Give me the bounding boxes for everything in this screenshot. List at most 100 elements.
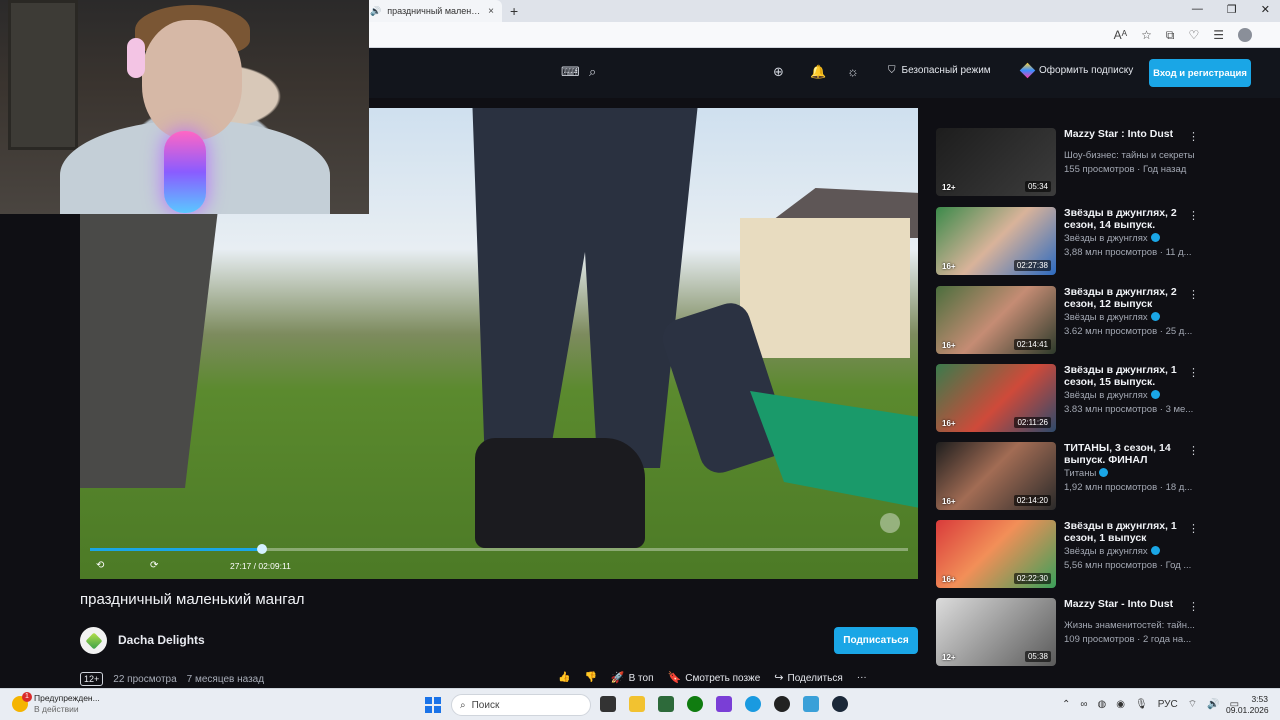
rewind-10-icon[interactable]: ⟲: [96, 560, 104, 571]
new-tab-button[interactable]: +: [510, 3, 518, 19]
xbox-icon[interactable]: [687, 696, 703, 712]
recommendation-views: 5,56 млн просмотров · Год ...: [1064, 560, 1192, 571]
app-icon[interactable]: [716, 696, 732, 712]
audio-icon: 🔊: [370, 5, 382, 16]
recommendation-item[interactable]: 12+ 05:38 Mazzy Star - Into Dust Жизнь з…: [936, 598, 1206, 666]
clock[interactable]: 3:53 09.01.2026: [1226, 694, 1269, 716]
profile-avatar[interactable]: [1238, 28, 1252, 42]
recommendation-title[interactable]: Звёзды в джунглях, 2 сезон, 14 выпуск. Ф…: [1064, 207, 1179, 231]
recommendation-channel[interactable]: Звёзды в джунглях: [1064, 233, 1204, 244]
recommendation-channel[interactable]: Жизнь знаменитостей: тайн...: [1064, 620, 1204, 631]
tray-app-icon[interactable]: ◍: [1098, 699, 1107, 710]
recommendation-views: 109 просмотров · 2 года на...: [1064, 634, 1192, 645]
subscription-link[interactable]: Оформить подписку: [1019, 62, 1133, 79]
close-window-button[interactable]: ✕: [1261, 3, 1270, 16]
recommendation-thumbnail[interactable]: 16+ 02:11:26: [936, 364, 1056, 432]
subscribe-button[interactable]: Подписаться: [834, 627, 918, 654]
duration-badge: 05:38: [1024, 651, 1051, 662]
recommendation-thumbnail[interactable]: 16+ 02:27:38: [936, 207, 1056, 275]
recommendation-thumbnail[interactable]: 16+ 02:14:41: [936, 286, 1056, 354]
kebab-menu-icon[interactable]: ⋮: [1188, 600, 1199, 613]
recommendation-title[interactable]: Mazzy Star : Into Dust: [1064, 128, 1179, 140]
read-aloud-icon[interactable]: Aᴬ: [1114, 28, 1127, 43]
favorite-star-icon[interactable]: ☆: [1141, 28, 1152, 43]
safe-mode-toggle[interactable]: ⛉ Безопасный режим: [888, 65, 991, 76]
player-settings-icon[interactable]: [880, 513, 900, 533]
channel-avatar[interactable]: [80, 627, 107, 654]
task-view-icon[interactable]: [600, 696, 616, 712]
recommendation-item[interactable]: 16+ 02:11:26 Звёзды в джунглях, 1 сезон,…: [936, 364, 1206, 432]
browser-tab[interactable]: 🔊 праздничный маленький м ×: [362, 0, 502, 22]
recommendation-title[interactable]: Звёзды в джунглях, 1 сезон, 1 выпуск: [1064, 520, 1179, 544]
theme-sun-icon[interactable]: ☼: [847, 64, 859, 79]
recommendation-thumbnail[interactable]: 12+ 05:38: [936, 598, 1056, 666]
keyboard-icon[interactable]: ⌨: [561, 64, 580, 80]
recommendation-title[interactable]: Звёзды в джунглях, 2 сезон, 12 выпуск: [1064, 286, 1179, 310]
steam-icon[interactable]: [832, 696, 848, 712]
recommendation-channel[interactable]: Титаны: [1064, 468, 1204, 479]
progress-knob[interactable]: [256, 544, 267, 554]
bell-icon[interactable]: 🔔: [810, 64, 826, 80]
kebab-menu-icon[interactable]: ⋮: [1188, 130, 1199, 143]
recommendation-item[interactable]: 16+ 02:14:20 ТИТАНЫ, 3 сезон, 14 выпуск.…: [936, 442, 1206, 510]
forward-10-icon[interactable]: ⟳: [150, 560, 158, 571]
edge-icon[interactable]: [745, 696, 761, 712]
kebab-menu-icon[interactable]: ⋮: [1188, 366, 1199, 379]
dislike-icon[interactable]: 👎: [584, 672, 596, 683]
recommendation-item[interactable]: 16+ 02:14:41 Звёзды в джунглях, 2 сезон,…: [936, 286, 1206, 354]
app-icon[interactable]: [774, 696, 790, 712]
kebab-menu-icon[interactable]: ⋮: [1188, 288, 1199, 301]
recommendation-channel[interactable]: Звёзды в джунглях: [1064, 546, 1204, 557]
channel-name[interactable]: Dacha Delights: [118, 633, 205, 647]
duration-badge: 02:14:20: [1013, 495, 1051, 506]
share-button[interactable]: ↪ Поделиться: [774, 671, 842, 684]
collections-icon[interactable]: ☰: [1213, 28, 1224, 43]
weather-warning-widget[interactable]: Предупрежден... В действии: [12, 692, 100, 715]
kebab-menu-icon[interactable]: ⋮: [1188, 444, 1199, 457]
recommendation-thumbnail[interactable]: 16+ 02:14:20: [936, 442, 1056, 510]
channel-label: Звёзды в джунглях: [1064, 390, 1148, 401]
file-explorer-icon[interactable]: [629, 696, 645, 712]
microphone-icon[interactable]: 🎙: [1135, 699, 1148, 710]
recommendation-thumbnail[interactable]: 12+ 05:34: [936, 128, 1056, 196]
kebab-menu-icon[interactable]: ⋮: [1188, 522, 1199, 535]
browser-essentials-icon[interactable]: ♡: [1188, 28, 1199, 43]
chevron-up-icon[interactable]: ⌃: [1062, 699, 1070, 710]
minimize-button[interactable]: —: [1192, 3, 1203, 16]
recommendation-channel[interactable]: Звёзды в джунглях: [1064, 390, 1204, 401]
recommendation-item[interactable]: 12+ 05:34 Mazzy Star : Into Dust Шоу-биз…: [936, 128, 1206, 196]
age-badge: 16+: [942, 419, 956, 428]
start-button[interactable]: [425, 697, 441, 713]
volume-icon[interactable]: 🔊: [1207, 699, 1219, 710]
recommendation-title[interactable]: Звёзды в джунглях, 1 сезон, 15 выпуск. Ф…: [1064, 364, 1179, 388]
recommendation-item[interactable]: 16+ 02:22:30 Звёзды в джунглях, 1 сезон,…: [936, 520, 1206, 588]
recommendation-title[interactable]: Mazzy Star - Into Dust: [1064, 598, 1179, 610]
app-icon[interactable]: [658, 696, 674, 712]
recommendation-thumbnail[interactable]: 16+ 02:22:30: [936, 520, 1056, 588]
upload-icon[interactable]: ⊕: [773, 64, 784, 80]
language-indicator[interactable]: РУС: [1158, 699, 1178, 710]
watch-later-button[interactable]: 🔖 Смотреть позже: [668, 671, 761, 684]
wifi-icon[interactable]: ⌔: [1188, 698, 1197, 711]
login-button[interactable]: Вход и регистрация: [1149, 59, 1251, 87]
video-frame-tarp: [750, 391, 918, 508]
taskbar-search[interactable]: ⌕ Поиск: [451, 694, 591, 716]
more-actions-icon[interactable]: ···: [857, 672, 867, 683]
progress-bar[interactable]: [90, 544, 908, 554]
top-button[interactable]: 🚀 В топ: [611, 671, 654, 684]
notepad-icon[interactable]: [803, 696, 819, 712]
tray-app-icon[interactable]: ∞: [1080, 699, 1087, 710]
kebab-menu-icon[interactable]: ⋮: [1188, 209, 1199, 222]
progress-fill: [90, 548, 262, 551]
channel-label: Шоу-бизнес: тайны и секреты: [1064, 150, 1195, 161]
maximize-button[interactable]: ❐: [1227, 3, 1237, 16]
recommendation-channel[interactable]: Шоу-бизнес: тайны и секреты: [1064, 150, 1204, 161]
tab-close-icon[interactable]: ×: [488, 6, 494, 17]
tray-app-icon[interactable]: ◉: [1116, 699, 1125, 710]
search-icon[interactable]: ⌕: [589, 64, 596, 80]
extensions-icon[interactable]: ⧉: [1166, 28, 1175, 43]
like-icon[interactable]: 👍: [558, 672, 570, 683]
recommendation-item[interactable]: 16+ 02:27:38 Звёзды в джунглях, 2 сезон,…: [936, 207, 1206, 275]
recommendation-title[interactable]: ТИТАНЫ, 3 сезон, 14 выпуск. ФИНАЛ: [1064, 442, 1179, 466]
recommendation-channel[interactable]: Звёзды в джунглях: [1064, 312, 1204, 323]
